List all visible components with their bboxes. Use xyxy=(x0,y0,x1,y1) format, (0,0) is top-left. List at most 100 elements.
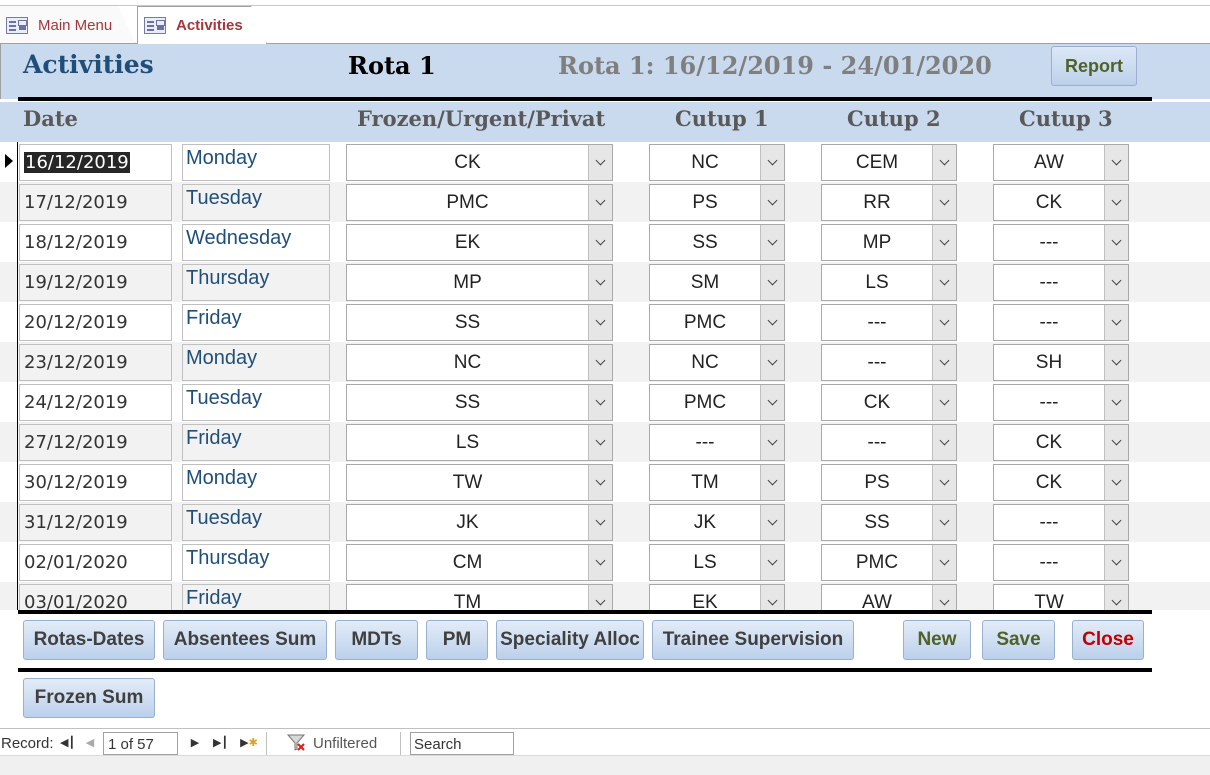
chevron-down-icon[interactable] xyxy=(760,505,784,540)
chevron-down-icon[interactable] xyxy=(1104,185,1128,220)
chevron-down-icon[interactable] xyxy=(760,225,784,260)
chevron-down-icon[interactable] xyxy=(1104,225,1128,260)
chevron-down-icon[interactable] xyxy=(1104,585,1128,610)
cutup2-combo[interactable]: PMC xyxy=(821,544,957,581)
frozen-combo[interactable]: TW xyxy=(346,464,613,501)
chevron-down-icon[interactable] xyxy=(588,425,612,460)
cutup1-combo[interactable]: PMC xyxy=(649,384,785,421)
day-field[interactable]: Tuesday xyxy=(182,184,330,221)
chevron-down-icon[interactable] xyxy=(1104,305,1128,340)
record-selector[interactable] xyxy=(0,462,18,502)
chevron-down-icon[interactable] xyxy=(1104,345,1128,380)
record-selector[interactable] xyxy=(0,422,18,462)
date-field[interactable]: 31/12/2019 xyxy=(19,504,172,541)
speciality-alloc-button[interactable]: Speciality Alloc xyxy=(496,620,644,660)
chevron-down-icon[interactable] xyxy=(1104,545,1128,580)
cutup2-combo[interactable]: CK xyxy=(821,384,957,421)
day-field[interactable]: Friday xyxy=(182,584,330,610)
chevron-down-icon[interactable] xyxy=(588,545,612,580)
chevron-down-icon[interactable] xyxy=(932,545,956,580)
cutup3-combo[interactable]: --- xyxy=(993,304,1129,341)
chevron-down-icon[interactable] xyxy=(760,185,784,220)
pm-button[interactable]: PM xyxy=(426,620,488,660)
cutup2-combo[interactable]: AW xyxy=(821,584,957,610)
date-field[interactable]: 17/12/2019 xyxy=(19,184,172,221)
date-field[interactable]: 16/12/2019 xyxy=(19,144,172,181)
chevron-down-icon[interactable] xyxy=(588,585,612,610)
rotas-dates-button[interactable]: Rotas-Dates xyxy=(23,620,155,660)
chevron-down-icon[interactable] xyxy=(1104,385,1128,420)
record-selector[interactable] xyxy=(0,582,18,610)
frozen-combo[interactable]: TM xyxy=(346,584,613,610)
chevron-down-icon[interactable] xyxy=(1104,505,1128,540)
chevron-down-icon[interactable] xyxy=(1104,465,1128,500)
chevron-down-icon[interactable] xyxy=(932,505,956,540)
frozen-combo[interactable]: PMC xyxy=(346,184,613,221)
cutup3-combo[interactable]: TW xyxy=(993,584,1129,610)
previous-record-icon[interactable]: ◀ xyxy=(83,736,97,750)
chevron-down-icon[interactable] xyxy=(588,145,612,180)
chevron-down-icon[interactable] xyxy=(932,345,956,380)
record-selector[interactable] xyxy=(0,262,18,302)
date-field[interactable]: 27/12/2019 xyxy=(19,424,172,461)
chevron-down-icon[interactable] xyxy=(760,425,784,460)
chevron-down-icon[interactable] xyxy=(760,545,784,580)
chevron-down-icon[interactable] xyxy=(932,305,956,340)
frozen-combo[interactable]: MP xyxy=(346,264,613,301)
chevron-down-icon[interactable] xyxy=(760,465,784,500)
chevron-down-icon[interactable] xyxy=(760,345,784,380)
frozen-combo[interactable]: CK xyxy=(346,144,613,181)
day-field[interactable]: Friday xyxy=(182,424,330,461)
tab-main-menu[interactable]: Main Menu xyxy=(0,6,136,44)
cutup3-combo[interactable]: --- xyxy=(993,264,1129,301)
chevron-down-icon[interactable] xyxy=(932,265,956,300)
chevron-down-icon[interactable] xyxy=(760,385,784,420)
day-field[interactable]: Tuesday xyxy=(182,384,330,421)
frozen-combo[interactable]: LS xyxy=(346,424,613,461)
chevron-down-icon[interactable] xyxy=(760,265,784,300)
cutup3-combo[interactable]: CK xyxy=(993,424,1129,461)
day-field[interactable]: Tuesday xyxy=(182,504,330,541)
cutup1-combo[interactable]: LS xyxy=(649,544,785,581)
cutup3-combo[interactable]: --- xyxy=(993,544,1129,581)
chevron-down-icon[interactable] xyxy=(588,505,612,540)
chevron-down-icon[interactable] xyxy=(932,585,956,610)
chevron-down-icon[interactable] xyxy=(588,185,612,220)
chevron-down-icon[interactable] xyxy=(1104,265,1128,300)
chevron-down-icon[interactable] xyxy=(932,385,956,420)
filter-status[interactable]: Unfiltered xyxy=(313,735,377,752)
filter-icon[interactable] xyxy=(286,732,306,752)
day-field[interactable]: Monday xyxy=(182,344,330,381)
cutup1-combo[interactable]: SM xyxy=(649,264,785,301)
absentees-sum-button[interactable]: Absentees Sum xyxy=(163,620,327,660)
last-record-icon[interactable]: ▶┃ xyxy=(213,736,228,750)
frozen-combo[interactable]: EK xyxy=(346,224,613,261)
day-field[interactable]: Thursday xyxy=(182,264,330,301)
chevron-down-icon[interactable] xyxy=(932,185,956,220)
chevron-down-icon[interactable] xyxy=(932,225,956,260)
record-selector[interactable] xyxy=(0,502,18,542)
record-selector[interactable] xyxy=(0,542,18,582)
date-field[interactable]: 18/12/2019 xyxy=(19,224,172,261)
frozen-sum-button[interactable]: Frozen Sum xyxy=(23,678,155,718)
cutup2-combo[interactable]: PS xyxy=(821,464,957,501)
chevron-down-icon[interactable] xyxy=(588,345,612,380)
cutup2-combo[interactable]: --- xyxy=(821,344,957,381)
first-record-icon[interactable]: ◀┃ xyxy=(60,736,75,750)
date-field[interactable]: 19/12/2019 xyxy=(19,264,172,301)
save-button[interactable]: Save xyxy=(982,620,1055,660)
new-record-icon[interactable]: ▶✱ xyxy=(237,736,261,750)
frozen-combo[interactable]: CM xyxy=(346,544,613,581)
record-selector[interactable] xyxy=(0,182,18,222)
record-selector[interactable] xyxy=(0,142,18,182)
cutup1-combo[interactable]: --- xyxy=(649,424,785,461)
close-button[interactable]: Close xyxy=(1072,620,1144,660)
day-field[interactable]: Monday xyxy=(182,144,330,181)
mdts-button[interactable]: MDTs xyxy=(335,620,418,660)
day-field[interactable]: Monday xyxy=(182,464,330,501)
record-selector[interactable] xyxy=(0,342,18,382)
date-field[interactable]: 24/12/2019 xyxy=(19,384,172,421)
record-selector[interactable] xyxy=(0,302,18,342)
new-button[interactable]: New xyxy=(903,620,971,660)
chevron-down-icon[interactable] xyxy=(588,385,612,420)
